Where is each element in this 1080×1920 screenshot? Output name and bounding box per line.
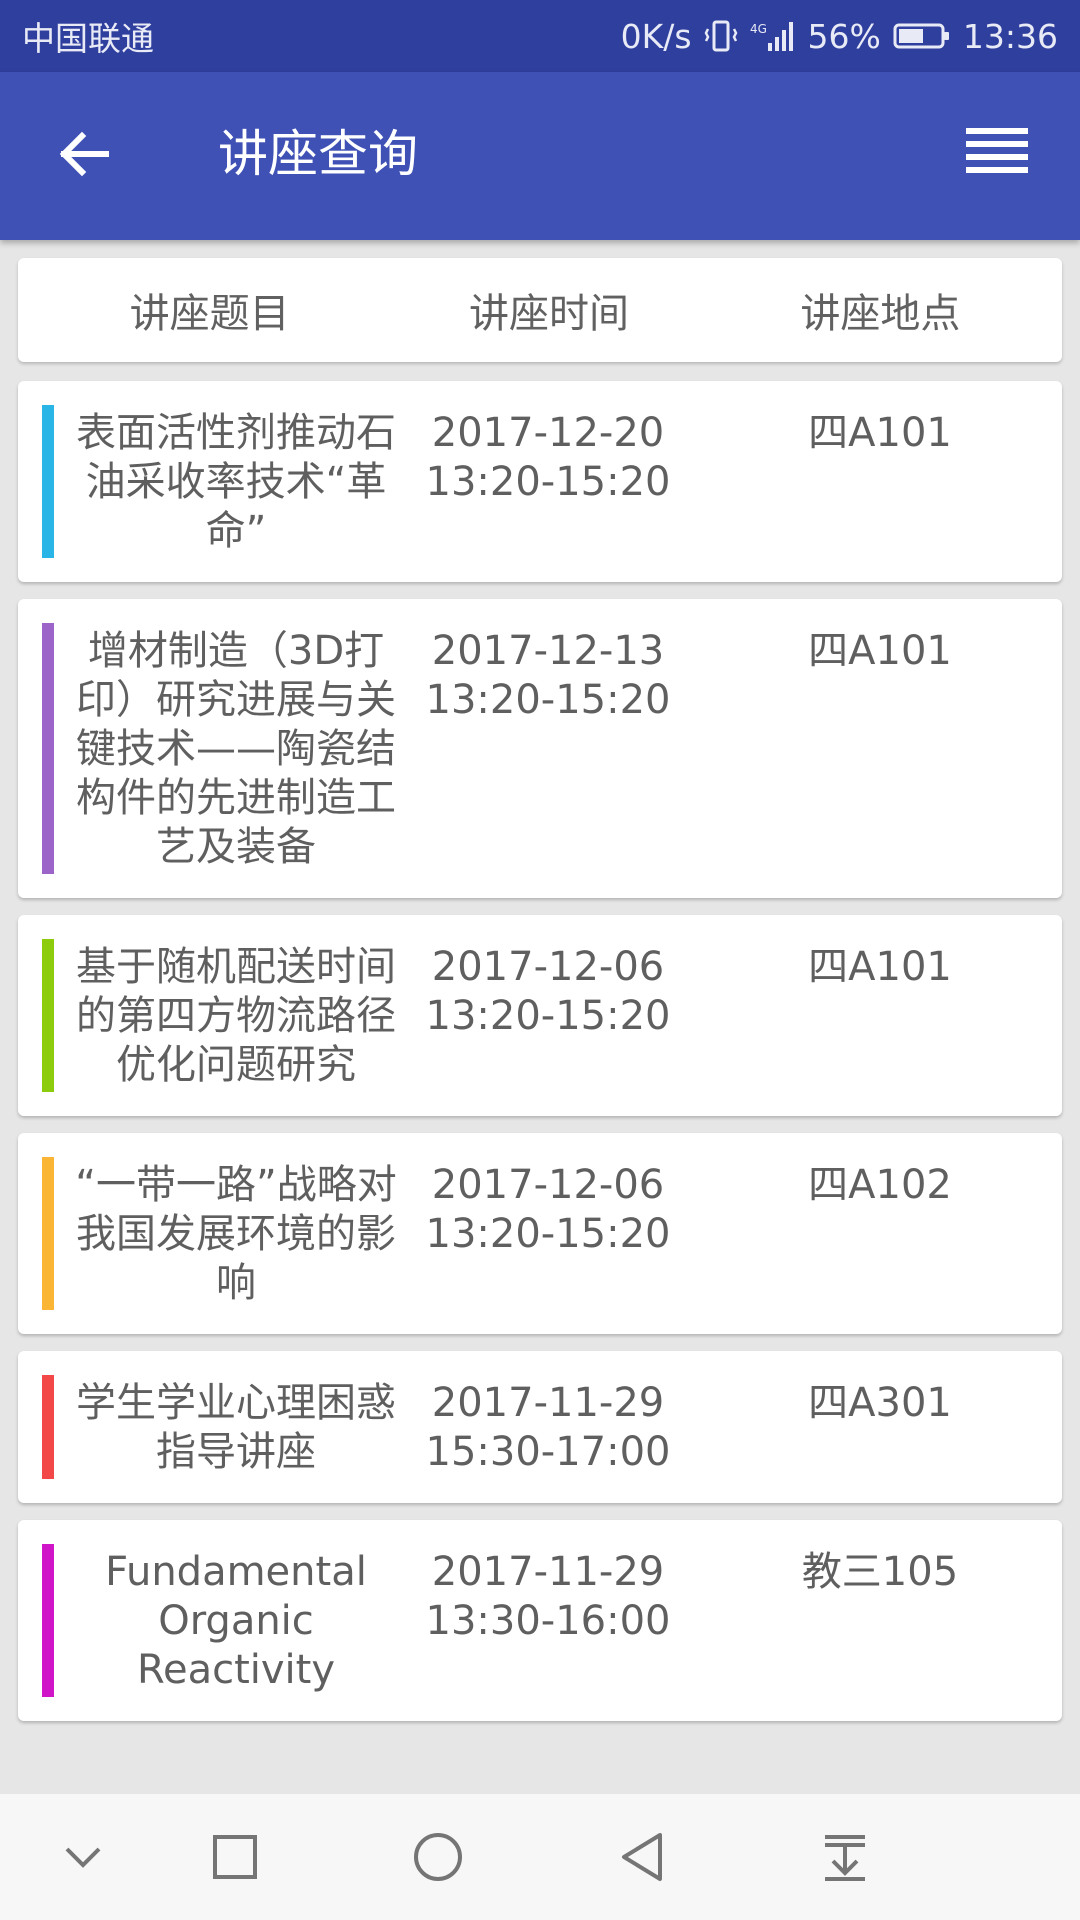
header-place-col: 讲座地点	[800, 291, 961, 337]
app-bar: 讲座查询	[0, 72, 1080, 240]
lecture-datetime: 2017-12-06 13:20-15:20	[398, 943, 698, 1090]
lecture-date: 2017-12-20	[431, 410, 665, 456]
status-bar: 中国联通 0K/s 4G 56% 13:36	[0, 0, 1080, 72]
arrow-left-icon	[59, 131, 109, 177]
lecture-title: “一带一路”战略对我国发展环境的影响	[75, 1162, 397, 1306]
lecture-title: Fundamental Organic Reactivity	[105, 1549, 367, 1693]
nav-hide-button[interactable]	[48, 1822, 118, 1892]
lecture-time: 13:20-15:20	[425, 993, 671, 1039]
system-nav-bar	[0, 1794, 1080, 1920]
lecture-datetime: 2017-11-29 13:30-16:00	[398, 1548, 698, 1695]
color-stripe	[42, 1375, 54, 1479]
lecture-card[interactable]: 表面活性剂推动石油采收率技术“革命” 2017-12-20 13:20-15:2…	[18, 381, 1062, 582]
nav-recents-button[interactable]	[200, 1822, 270, 1892]
nav-back-button[interactable]	[608, 1822, 678, 1892]
lecture-date: 2017-12-06	[431, 1162, 665, 1208]
lecture-date: 2017-12-06	[431, 944, 665, 990]
status-icons: 0K/s 4G 56% 13:36	[621, 17, 1058, 56]
carrier-label: 中国联通	[22, 19, 154, 58]
lecture-card[interactable]: 增材制造（3D打印）研究进展与关键技术——陶瓷结构件的先进制造工艺及装备 201…	[18, 599, 1062, 898]
lecture-datetime: 2017-12-13 13:20-15:20	[398, 627, 698, 872]
menu-button[interactable]	[966, 124, 1028, 184]
lecture-time: 13:30-16:00	[425, 1598, 671, 1644]
color-stripe	[42, 405, 54, 558]
lecture-place: 四A102	[808, 1162, 952, 1208]
lecture-time: 13:20-15:20	[425, 677, 671, 723]
lecture-card[interactable]: “一带一路”战略对我国发展环境的影响 2017-12-06 13:20-15:2…	[18, 1133, 1062, 1334]
lecture-time: 13:20-15:20	[425, 459, 671, 505]
color-stripe	[42, 1544, 54, 1697]
chevron-down-icon	[65, 1847, 101, 1868]
lecture-datetime: 2017-12-06 13:20-15:20	[398, 1161, 698, 1308]
lecture-date: 2017-11-29	[431, 1549, 665, 1595]
nav-notification-pulldown-button[interactable]	[810, 1822, 880, 1892]
lecture-date: 2017-11-29	[431, 1380, 665, 1426]
lecture-place: 四A101	[808, 628, 952, 674]
nav-home-button[interactable]	[403, 1822, 473, 1892]
header-title-col: 讲座题目	[129, 291, 290, 337]
lecture-card[interactable]: Fundamental Organic Reactivity 2017-11-2…	[18, 1520, 1062, 1721]
lecture-title: 表面活性剂推动石油采收率技术“革命”	[76, 410, 396, 554]
lecture-place: 四A101	[808, 410, 952, 456]
lecture-title: 学生学业心理困惑指导讲座	[76, 1380, 396, 1475]
lecture-card[interactable]: 基于随机配送时间的第四方物流路径优化问题研究 2017-12-06 13:20-…	[18, 915, 1062, 1116]
svg-text:4G: 4G	[750, 22, 767, 36]
vibrate-icon	[704, 19, 738, 53]
lecture-time: 15:30-17:00	[425, 1429, 671, 1475]
lecture-place: 四A301	[808, 1380, 952, 1426]
lecture-list: 表面活性剂推动石油采收率技术“革命” 2017-12-20 13:20-15:2…	[18, 381, 1062, 1738]
lecture-card[interactable]: 学生学业心理困惑指导讲座 2017-11-29 15:30-17:00 四A30…	[18, 1351, 1062, 1503]
lecture-place: 教三105	[801, 1549, 959, 1595]
battery-percent: 56%	[807, 16, 881, 56]
lecture-title: 基于随机配送时间的第四方物流路径优化问题研究	[76, 944, 396, 1088]
lecture-datetime: 2017-12-20 13:20-15:20	[398, 409, 698, 556]
header-time-col: 讲座时间	[468, 291, 629, 337]
color-stripe	[42, 939, 54, 1092]
square-icon	[213, 1835, 257, 1879]
circle-icon	[414, 1833, 462, 1881]
lecture-table-header: 讲座题目 讲座时间 讲座地点	[18, 258, 1062, 362]
page-title: 讲座查询	[218, 125, 418, 183]
back-button[interactable]	[52, 122, 116, 186]
lecture-title: 增材制造（3D打印）研究进展与关键技术——陶瓷结构件的先进制造工艺及装备	[76, 628, 396, 870]
signal-4g-icon: 4G	[750, 19, 796, 53]
lecture-datetime: 2017-11-29 15:30-17:00	[398, 1379, 698, 1477]
clock: 13:36	[962, 16, 1058, 56]
battery-icon	[893, 21, 951, 51]
pull-down-icon	[825, 1835, 865, 1881]
net-speed: 0K/s	[620, 16, 692, 56]
color-stripe	[42, 1157, 54, 1310]
lecture-place: 四A101	[808, 944, 952, 990]
color-stripe	[42, 623, 54, 874]
triangle-back-icon	[622, 1833, 662, 1881]
lecture-date: 2017-12-13	[431, 628, 665, 674]
lecture-time: 13:20-15:20	[425, 1211, 671, 1257]
hamburger-menu-icon	[966, 128, 1028, 173]
